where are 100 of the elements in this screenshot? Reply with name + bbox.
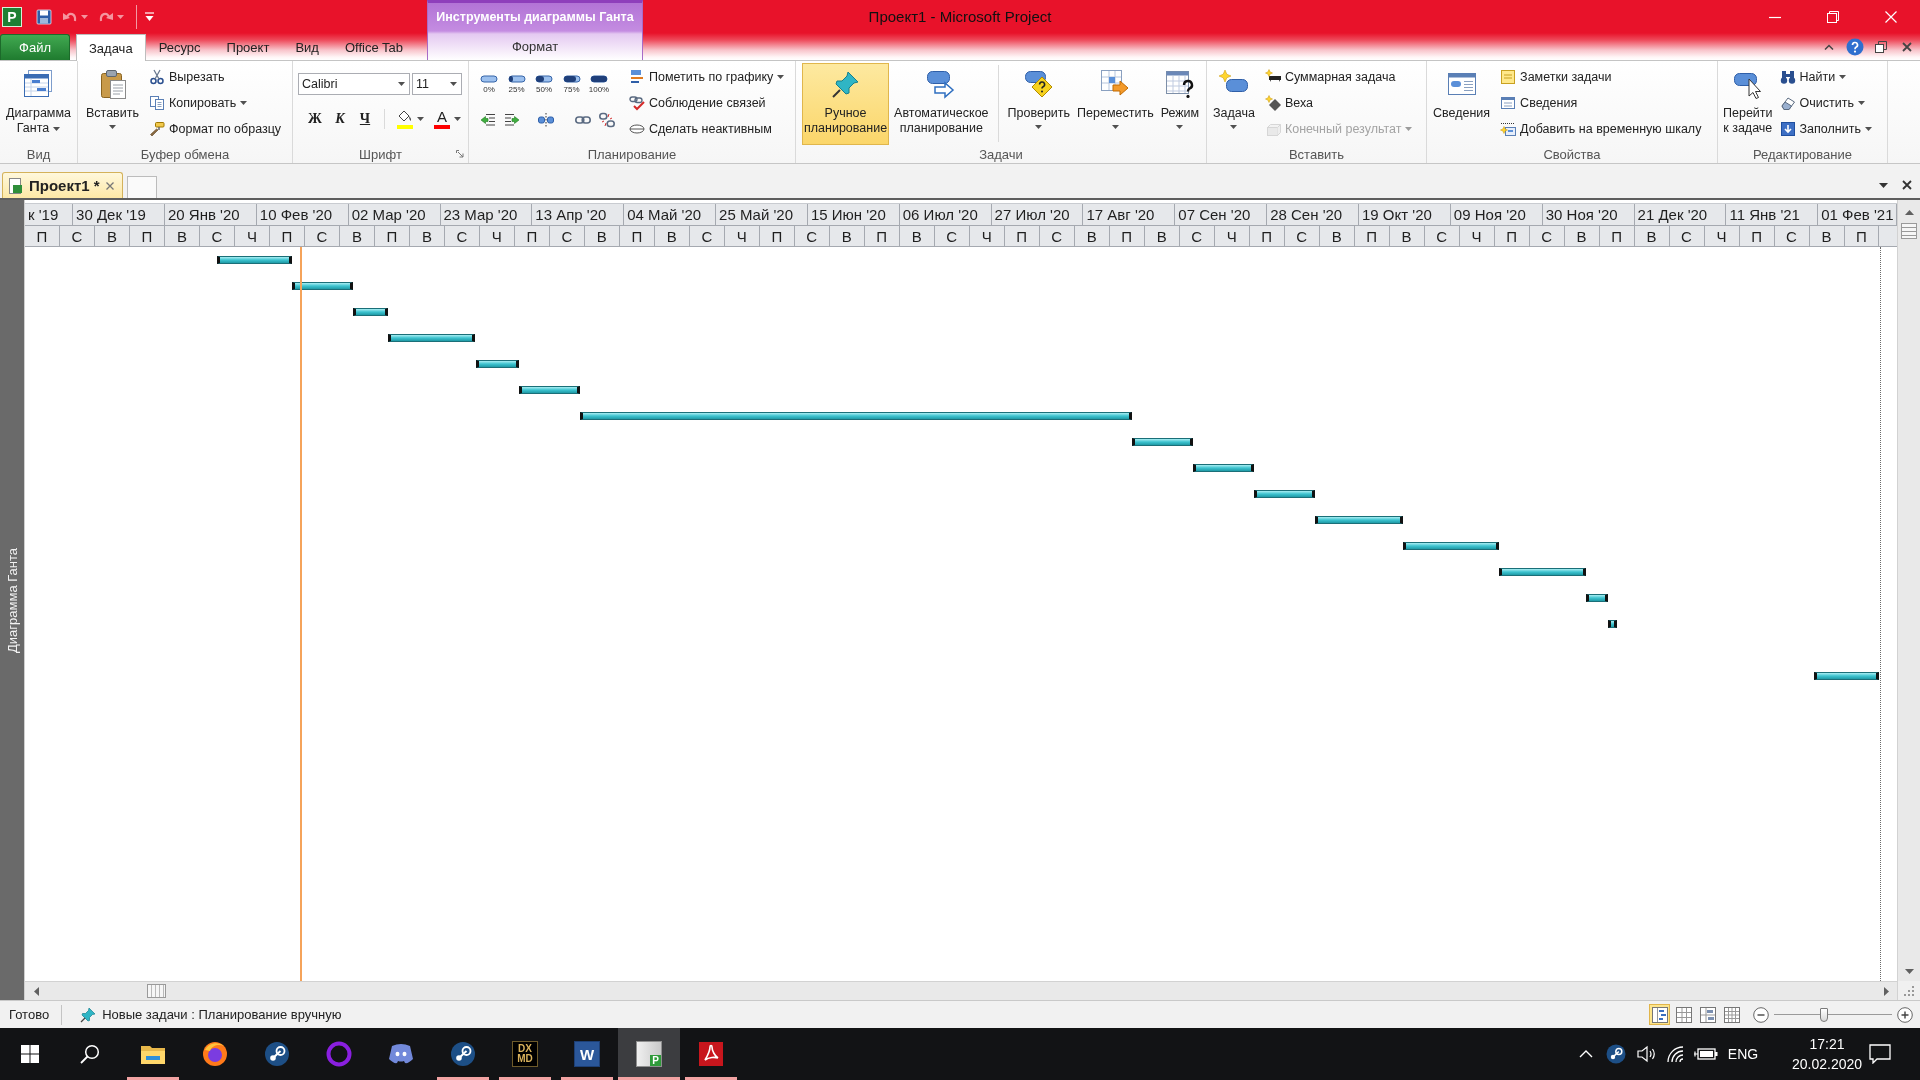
indent-icon xyxy=(504,112,521,128)
smiley-bubble-icon xyxy=(388,1043,414,1065)
font-name-field[interactable]: Calibri xyxy=(298,73,410,95)
timescale-date-cell: 15 Июн '20 xyxy=(807,204,900,225)
percent-complete-button[interactable]: 100% xyxy=(586,71,612,97)
caret-icon[interactable] xyxy=(1879,182,1888,188)
format-painter-button[interactable]: Формат по образцу xyxy=(147,117,284,141)
auto-schedule-button[interactable]: Автоматическое планирование xyxy=(892,63,991,145)
scroll-to-task-button[interactable]: Перейти к задаче xyxy=(1721,63,1775,145)
ribbon-tab[interactable]: Формат xyxy=(498,32,572,60)
wifi-icon[interactable] xyxy=(1666,1045,1686,1063)
gantt-chart-button[interactable]: Диаграмма Ганта xyxy=(4,63,73,145)
taskbar-app-button[interactable]: P xyxy=(618,1028,680,1080)
move-button[interactable]: Переместить xyxy=(1075,63,1156,145)
folder-icon xyxy=(140,1043,166,1065)
add-to-timeline-button[interactable]: Добавить на временную шкалу xyxy=(1498,117,1704,141)
progress-bar-icon xyxy=(535,74,553,83)
search-icon xyxy=(80,1044,100,1064)
battery-plug-icon[interactable] xyxy=(1694,1047,1718,1061)
new-tasks-mode[interactable]: Новые задачи : Планирование вручную xyxy=(102,1007,342,1022)
caret-icon xyxy=(450,82,457,86)
ribbon-tab[interactable]: Ресурс xyxy=(145,34,214,60)
fill-button[interactable]: Заполнить xyxy=(1777,117,1874,141)
view-shortcut-button[interactable] xyxy=(1721,1004,1742,1025)
project-file-icon xyxy=(7,177,23,194)
zoom-out-icon[interactable] xyxy=(1753,1006,1769,1023)
timescale-date-cell: к '19 xyxy=(25,204,74,225)
zoom-in-icon[interactable] xyxy=(1897,1006,1913,1023)
file-tab[interactable]: Файл xyxy=(0,34,70,60)
milestone-button[interactable]: Веха xyxy=(1262,91,1415,115)
piston-logo-icon[interactable] xyxy=(1606,1044,1626,1064)
copy-button[interactable]: Копировать xyxy=(147,91,284,115)
restore-icon[interactable] xyxy=(1875,40,1887,53)
ribbon-tab[interactable]: Проект xyxy=(213,34,283,60)
scroll-down-icon[interactable] xyxy=(1904,969,1914,974)
timescale-date-cell: 25 Май '20 xyxy=(716,204,808,225)
scroll-left-icon[interactable] xyxy=(33,986,39,996)
cut-button[interactable]: Вырезать xyxy=(147,65,284,89)
taskbar-clock[interactable]: 17:21 20.02.2020 xyxy=(1789,1028,1865,1080)
timescale-date-cell: 21 Дек '20 xyxy=(1634,204,1727,225)
paste-button[interactable]: Вставить xyxy=(84,63,141,145)
view-shortcut-button[interactable] xyxy=(1649,1004,1670,1025)
task-notes-button[interactable]: Заметки задачи xyxy=(1498,65,1704,89)
ribbon-tab[interactable]: Вид xyxy=(282,34,332,60)
italic-button[interactable]: К xyxy=(329,108,351,130)
inactivate-button[interactable]: Сделать неактивным xyxy=(627,117,787,141)
percent-complete-button[interactable]: 25% xyxy=(503,71,530,97)
view-bar[interactable]: Диаграмма Ганта xyxy=(0,200,25,1000)
timescale-date-cell: 02 Мар '20 xyxy=(348,204,441,225)
ribbon-tab[interactable]: Задача xyxy=(76,34,146,61)
find-button[interactable]: Найти xyxy=(1777,65,1874,89)
timescale-date-cell: 30 Дек '19 xyxy=(73,204,165,225)
clear-button[interactable]: Очистить xyxy=(1777,91,1874,115)
mark-on-track-button[interactable]: Пометить по графику xyxy=(627,65,787,89)
close-icon[interactable] xyxy=(1902,180,1912,190)
split-task-icon xyxy=(538,112,555,128)
timescale-date-cell: 19 Окт '20 xyxy=(1359,204,1451,225)
help-icon[interactable] xyxy=(1846,37,1864,56)
status-text: Готово xyxy=(9,1007,50,1022)
details-button[interactable]: Сведения xyxy=(1498,91,1704,115)
document-tab[interactable]: Проект1 * xyxy=(2,172,123,198)
respect-links-button[interactable]: Соблюдение связей xyxy=(627,91,787,115)
piston-logo-icon xyxy=(450,1041,476,1067)
information-button[interactable]: Сведения xyxy=(1431,63,1493,145)
underline-button[interactable]: Ч xyxy=(354,108,376,130)
slider-thumb[interactable] xyxy=(1819,1007,1828,1022)
language-indicator[interactable]: ENG xyxy=(1721,1046,1765,1062)
timeline-add-icon xyxy=(1500,121,1517,137)
ribbon-tab[interactable]: Office Tab xyxy=(331,34,416,60)
bold-button[interactable]: Ж xyxy=(304,108,326,130)
scroll-right-icon[interactable] xyxy=(1883,986,1889,996)
dialog-launcher-icon[interactable] xyxy=(456,150,464,158)
scroll-up-icon[interactable] xyxy=(1904,210,1914,215)
scrollbar-thumb[interactable] xyxy=(1901,223,1917,239)
speaker-icon[interactable] xyxy=(1636,1045,1656,1063)
percent-complete-button[interactable]: 0% xyxy=(476,71,502,97)
close-icon[interactable] xyxy=(1902,41,1912,52)
eraser-icon xyxy=(1779,95,1796,111)
font-color-button[interactable]: A xyxy=(430,107,464,131)
manual-schedule-button[interactable]: Ручное планирование xyxy=(802,63,890,145)
timescale-date-cell: 09 Ноя '20 xyxy=(1450,204,1543,225)
percent-complete-button[interactable]: 75% xyxy=(558,71,585,97)
view-shortcut-button[interactable] xyxy=(1697,1004,1718,1025)
mode-button[interactable]: Режим xyxy=(1158,63,1202,145)
summary-task-button[interactable]: Суммарная задача xyxy=(1262,65,1415,89)
notifications-icon[interactable] xyxy=(1869,1044,1891,1064)
copy-icon xyxy=(149,95,165,111)
app-icon[interactable]: P xyxy=(2,6,22,27)
view-shortcut-button[interactable] xyxy=(1673,1004,1694,1025)
task-button[interactable]: Задача xyxy=(1211,63,1257,145)
piston-logo-icon xyxy=(264,1041,290,1067)
inspect-button[interactable]: Проверить xyxy=(1005,63,1073,145)
percent-complete-button[interactable]: 50% xyxy=(531,71,557,97)
font-size-field[interactable]: 11 xyxy=(412,73,462,95)
resource-sheet-icon xyxy=(1723,1006,1740,1023)
group-label: Задачи xyxy=(979,147,1023,162)
group-label: Шрифт xyxy=(359,147,402,162)
scrollbar-thumb[interactable] xyxy=(147,984,166,998)
paintbrush-icon xyxy=(149,121,165,137)
gantt-chart-icon xyxy=(22,68,55,100)
